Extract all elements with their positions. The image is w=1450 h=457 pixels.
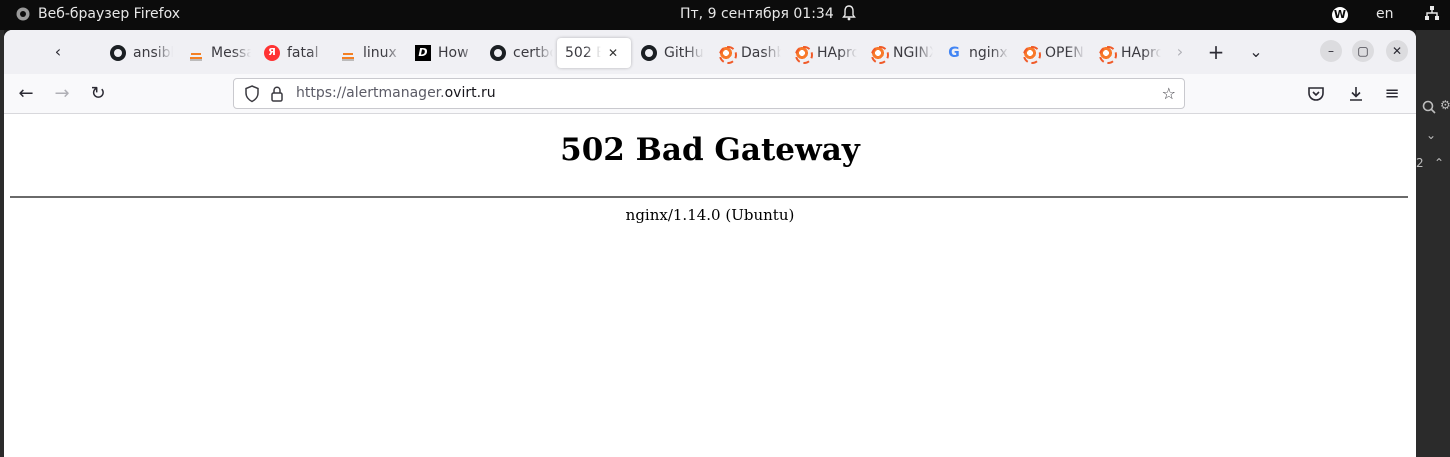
scroll-tabs-left-icon[interactable]: ‹ <box>46 42 70 62</box>
pocket-icon[interactable] <box>1304 82 1328 106</box>
grafana-icon <box>1022 45 1041 64</box>
stackoverflow-icon <box>188 45 204 61</box>
tab-label: 502 Bad <box>565 45 601 61</box>
tab[interactable]: NGINX <box>862 38 942 68</box>
tab-label: NGINX <box>893 45 933 61</box>
tab[interactable]: D How <box>407 38 487 68</box>
tab-label: ansible <box>133 45 173 61</box>
tab[interactable]: Dashboard <box>710 38 790 68</box>
url-text[interactable]: https://alertmanager.ovirt.ru <box>296 85 496 101</box>
chevron-down-icon: ⌄ <box>1426 128 1437 142</box>
list-all-tabs-icon[interactable]: ⌄ <box>1244 40 1268 64</box>
search-icon <box>1422 100 1436 114</box>
tab-label: OPEN <box>1045 45 1084 61</box>
firefox-window: ‹ ansible Message Я fatal linux D How ce… <box>4 30 1416 457</box>
page-title: 502 Bad Gateway <box>560 132 860 168</box>
lock-icon[interactable] <box>270 85 284 103</box>
url-prefix: https://alertmanager. <box>296 85 445 101</box>
firefox-icon <box>16 7 30 21</box>
navigation-toolbar: ← → ↻ https://alertmanager.ovirt.ru ☆ ≡ <box>4 74 1416 114</box>
new-tab-icon[interactable]: + <box>1204 40 1228 64</box>
app-indicator-icon[interactable]: W <box>1332 7 1348 23</box>
tab-label: Message <box>211 45 251 61</box>
tab-label: nginx <box>969 45 1008 61</box>
tab[interactable]: GitHub <box>633 38 713 68</box>
url-domain: ovirt.ru <box>444 85 496 101</box>
dev-icon: D <box>415 45 431 61</box>
gear-icon: ⚙ <box>1440 98 1450 112</box>
chevron-up-icon: ⌃ <box>1434 156 1445 170</box>
minimize-window-icon[interactable]: – <box>1320 40 1342 62</box>
close-tab-icon[interactable]: ✕ <box>608 46 618 60</box>
tab[interactable]: Я fatal <box>256 38 336 68</box>
tab[interactable]: linux <box>332 38 412 68</box>
page-content: 502 Bad Gateway nginx/1.14.0 (Ubuntu) <box>4 114 1416 457</box>
tracking-protection-shield-icon[interactable] <box>244 85 260 103</box>
maximize-window-icon[interactable]: ▢ <box>1352 40 1374 62</box>
tab-label: HAproxy <box>817 45 857 61</box>
tab[interactable]: HAproxy <box>786 38 866 68</box>
google-icon: G <box>948 45 960 61</box>
grafana-icon <box>870 45 889 64</box>
divider <box>10 196 1408 198</box>
tab-active[interactable]: 502 Bad ✕ <box>557 38 631 68</box>
close-window-icon[interactable]: ✕ <box>1386 40 1408 62</box>
right-strip-digit: 2 <box>1416 156 1424 170</box>
tab-label: certbot <box>513 45 553 61</box>
tab-label: fatal <box>287 45 319 61</box>
tab[interactable]: certbot <box>482 38 562 68</box>
scroll-tabs-right-icon[interactable]: › <box>1168 40 1192 64</box>
tab[interactable]: ansible <box>102 38 182 68</box>
github-icon <box>641 45 657 61</box>
notification-bell-icon[interactable] <box>842 5 856 21</box>
github-icon <box>490 45 506 61</box>
keyboard-layout-indicator[interactable]: en <box>1376 6 1394 22</box>
tab[interactable]: G nginx <box>938 38 1018 68</box>
network-icon[interactable] <box>1424 5 1440 21</box>
active-app-menu[interactable]: Веб-браузер Firefox <box>16 6 180 22</box>
address-bar[interactable]: https://alertmanager.ovirt.ru ☆ <box>233 78 1185 109</box>
grafana-icon <box>718 45 737 64</box>
tab[interactable]: OPEN <box>1014 38 1094 68</box>
background-app-strip: ⚙ ⌄ 2 ⌃ <box>1416 30 1450 457</box>
tab-label: How <box>438 45 469 61</box>
grafana-icon <box>794 45 813 64</box>
bookmark-star-icon[interactable]: ☆ <box>1162 84 1176 103</box>
reload-icon[interactable]: ↻ <box>86 82 110 106</box>
github-icon <box>110 45 126 61</box>
tab-label: HAproxy <box>1121 45 1161 61</box>
tab[interactable]: Message <box>180 38 260 68</box>
server-signature: nginx/1.14.0 (Ubuntu) <box>625 206 795 224</box>
downloads-icon[interactable] <box>1344 82 1368 106</box>
system-top-bar: Веб-браузер Firefox Пт, 9 сентября 01:34… <box>0 0 1450 30</box>
yandex-icon: Я <box>264 45 280 61</box>
menu-hamburger-icon[interactable]: ≡ <box>1380 82 1404 106</box>
stackoverflow-icon <box>340 45 356 61</box>
back-arrow-icon[interactable]: ← <box>14 82 38 106</box>
tab-label: linux <box>363 45 397 61</box>
forward-arrow-icon[interactable]: → <box>50 82 74 106</box>
active-app-name: Веб-браузер Firefox <box>38 6 181 22</box>
grafana-icon <box>1098 45 1117 64</box>
tab[interactable]: HAproxy <box>1090 38 1170 68</box>
tab-label: GitHub <box>664 45 704 61</box>
tab-label: Dashboard <box>741 45 781 61</box>
tab-bar: ‹ ansible Message Я fatal linux D How ce… <box>4 30 1416 74</box>
clock[interactable]: Пт, 9 сентября 01:34 <box>680 6 834 22</box>
